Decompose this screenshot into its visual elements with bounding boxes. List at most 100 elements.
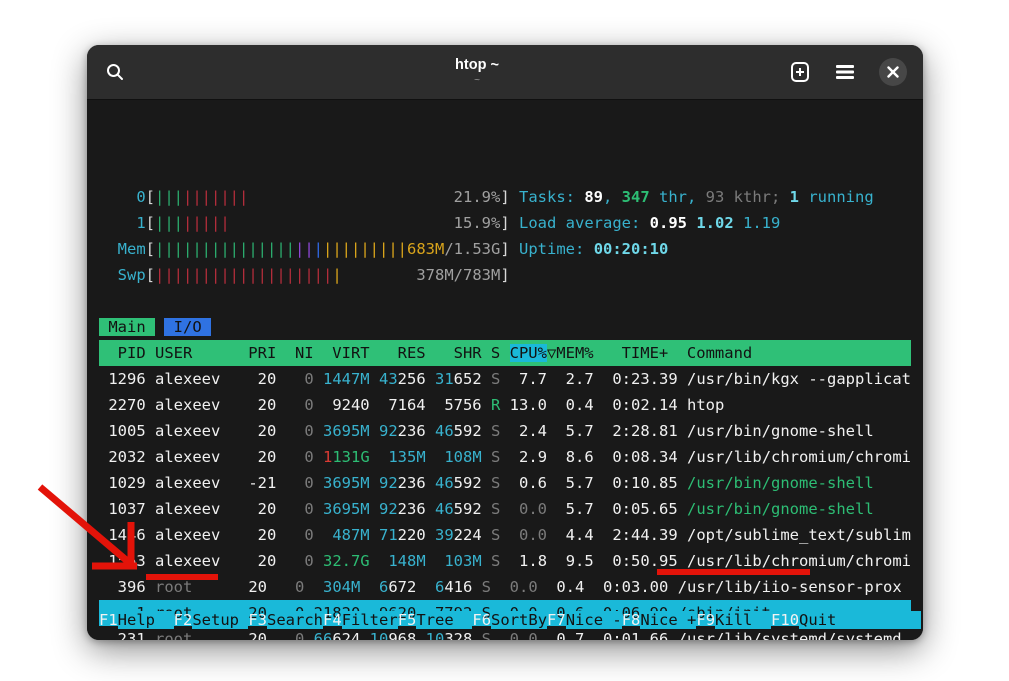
fkey-f10[interactable]: F10Quit	[771, 611, 921, 629]
process-row-1563-segment: alexeev	[155, 552, 220, 570]
process-row-1446-segment: 2:44.39	[603, 526, 687, 544]
process-row-2270-segment: R	[491, 396, 510, 414]
process-row-1296-segment: 652	[454, 370, 491, 388]
process-row-1005-segment: 5.7	[556, 422, 603, 440]
process-row-2032-segment: 1	[323, 448, 332, 466]
process-row-1037-segment: 46	[435, 500, 454, 518]
fkey-f3[interactable]: F3Search	[248, 611, 323, 629]
process-row-1005-segment: 592	[454, 422, 491, 440]
tab-main[interactable]: Main	[99, 318, 155, 336]
spacer-line	[99, 288, 911, 314]
table-header[interactable]: PID USER PRI NI VIRT RES SHR S CPU%▽MEM%…	[99, 340, 911, 366]
mem-meter-segment: /1.53G	[444, 240, 500, 258]
fkey-label-f2: F2	[174, 611, 193, 629]
menu-icon[interactable]	[835, 64, 855, 80]
fkey-action-f2: Setup	[192, 611, 248, 629]
tab-io[interactable]: I/O	[164, 318, 211, 336]
fkey-f8[interactable]: F8Nice +	[622, 611, 697, 629]
fkey-f2[interactable]: F2Setup	[174, 611, 249, 629]
fkey-label-f9: F9	[696, 611, 715, 629]
fkey-action-f9: Kill	[715, 611, 771, 629]
process-row-1296-segment: 0	[286, 370, 323, 388]
process-row-1296-segment	[370, 370, 379, 388]
process-row-396[interactable]: 396 root 20 0 304M 6672 6416 S 0.0 0.4 0…	[99, 574, 911, 600]
fkey-f5[interactable]: F5Tree	[398, 611, 473, 629]
process-row-1296-segment: 1296	[99, 370, 155, 388]
fkey-action-f1: Help	[118, 611, 174, 629]
process-row-2032-segment: 20	[220, 448, 285, 466]
tabs-row-segment	[155, 318, 164, 336]
process-row-1446-segment: 487M	[323, 526, 370, 544]
process-row-1296-segment: S	[491, 370, 510, 388]
function-key-bar: F1Help F2Setup F3SearchF4FilterF5Tree F6…	[99, 607, 921, 633]
table-header-segment: PID USER PRI NI VIRT RES SHR S	[99, 344, 510, 362]
process-row-1563-segment: 103M	[435, 552, 482, 570]
process-row-1037[interactable]: 1037 alexeev 20 0 3695M 92236 46592 S 0.…	[99, 496, 911, 522]
process-row-2032-segment: S	[491, 448, 510, 466]
process-row-1037-segment: alexeev	[155, 500, 220, 518]
new-tab-icon[interactable]	[789, 61, 811, 83]
cpu1-meter-segment: 0.95	[650, 214, 697, 232]
mem-meter-segment: |||||||||	[323, 240, 407, 258]
fkey-f4[interactable]: F4Filter	[323, 611, 398, 629]
process-row-1029-segment: 92	[379, 474, 398, 492]
process-row-2032[interactable]: 2032 alexeev 20 0 1131G 135M 108M S 2.9 …	[99, 444, 911, 470]
swp-meter-segment: Swp	[99, 266, 146, 284]
spacer-line-segment	[99, 292, 108, 310]
mem-meter-segment: ||	[295, 240, 314, 258]
process-row-1005-segment: S	[491, 422, 510, 440]
process-row-1296-segment: 43	[379, 370, 398, 388]
fkey-f6[interactable]: F6SortBy	[472, 611, 547, 629]
process-row-1563-segment: 0:50.95	[603, 552, 687, 570]
process-row-1037-segment: 5.7	[556, 500, 603, 518]
process-row-1296-segment: 256	[398, 370, 435, 388]
process-row-1446-segment: 4.4	[556, 526, 603, 544]
process-row-1446[interactable]: 1446 alexeev 20 0 487M 71220 39224 S 0.0…	[99, 522, 911, 548]
process-row-1296[interactable]: 1296 alexeev 20 0 1447M 43256 31652 S 7.…	[99, 366, 911, 392]
search-icon[interactable]	[105, 62, 125, 82]
fkey-action-f5: Tree	[416, 611, 472, 629]
process-row-1005-segment: 0	[286, 422, 323, 440]
window-subtitle: ~	[474, 75, 480, 86]
process-row-1296-segment: 0:23.39	[603, 370, 687, 388]
close-icon[interactable]	[879, 58, 907, 86]
fkey-action-f6: SortBy	[491, 611, 547, 629]
process-row-1037-segment: 236	[398, 500, 435, 518]
fkey-f9[interactable]: F9Kill	[696, 611, 771, 629]
process-row-1005-segment: 3695M	[323, 422, 370, 440]
process-row-2270-segment: 2270	[99, 396, 155, 414]
titlebar: htop ~ ~	[87, 45, 923, 100]
fkey-f1[interactable]: F1Help	[99, 611, 174, 629]
process-row-1005[interactable]: 1005 alexeev 20 0 3695M 92236 46592 S 2.…	[99, 418, 911, 444]
fkey-f7[interactable]: F7Nice -	[547, 611, 622, 629]
fkey-action-f7: Nice -	[566, 611, 622, 629]
process-row-1446-segment: 20	[220, 526, 285, 544]
process-row-1005-segment: 2:28.81	[603, 422, 687, 440]
process-row-2032-segment: 0	[286, 448, 323, 466]
swp-meter-segment: |	[332, 266, 341, 284]
process-row-1563-segment: 32.7G	[323, 552, 370, 570]
cpu0-meter-segment: |||	[155, 188, 183, 206]
cpu0-meter-segment: 21.9%	[454, 188, 501, 206]
process-row-2032-segment: 2032	[99, 448, 155, 466]
mem-meter-segment: 683M	[407, 240, 444, 258]
process-row-2032-segment: 108M	[435, 448, 482, 466]
process-row-2270-segment: 5756	[435, 396, 491, 414]
process-row-2270[interactable]: 2270 alexeev 20 0 9240 7164 5756 R 13.0 …	[99, 392, 911, 418]
process-row-1296-segment: 2.7	[556, 370, 603, 388]
cpu1-meter-segment: ]	[500, 214, 509, 232]
mem-meter: Mem[|||||||||||||||||||||||||||683M/1.53…	[99, 236, 911, 262]
process-row-1563-segment: 20	[220, 552, 285, 570]
process-row-1005-segment: /usr/bin/gnome-shell	[687, 422, 874, 440]
fkey-action-f4: Filter	[342, 611, 398, 629]
process-row-1037-segment: 0.0	[510, 500, 557, 518]
process-row-1563-segment: 1.8	[510, 552, 557, 570]
sort-column-cpu[interactable]: CPU%	[510, 344, 547, 362]
process-row-1029[interactable]: 1029 alexeev -21 0 3695M 92236 46592 S 0…	[99, 470, 911, 496]
process-row-1563[interactable]: 1563 alexeev 20 0 32.7G 148M 103M S 1.8 …	[99, 548, 911, 574]
swp-meter-segment: |||||||||||||||||||	[155, 266, 332, 284]
process-row-1029-segment: 1029	[99, 474, 155, 492]
process-row-2270-segment: 13.0	[510, 396, 557, 414]
process-row-396-segment: 0	[276, 578, 313, 596]
process-row-396-segment: 416	[444, 578, 481, 596]
